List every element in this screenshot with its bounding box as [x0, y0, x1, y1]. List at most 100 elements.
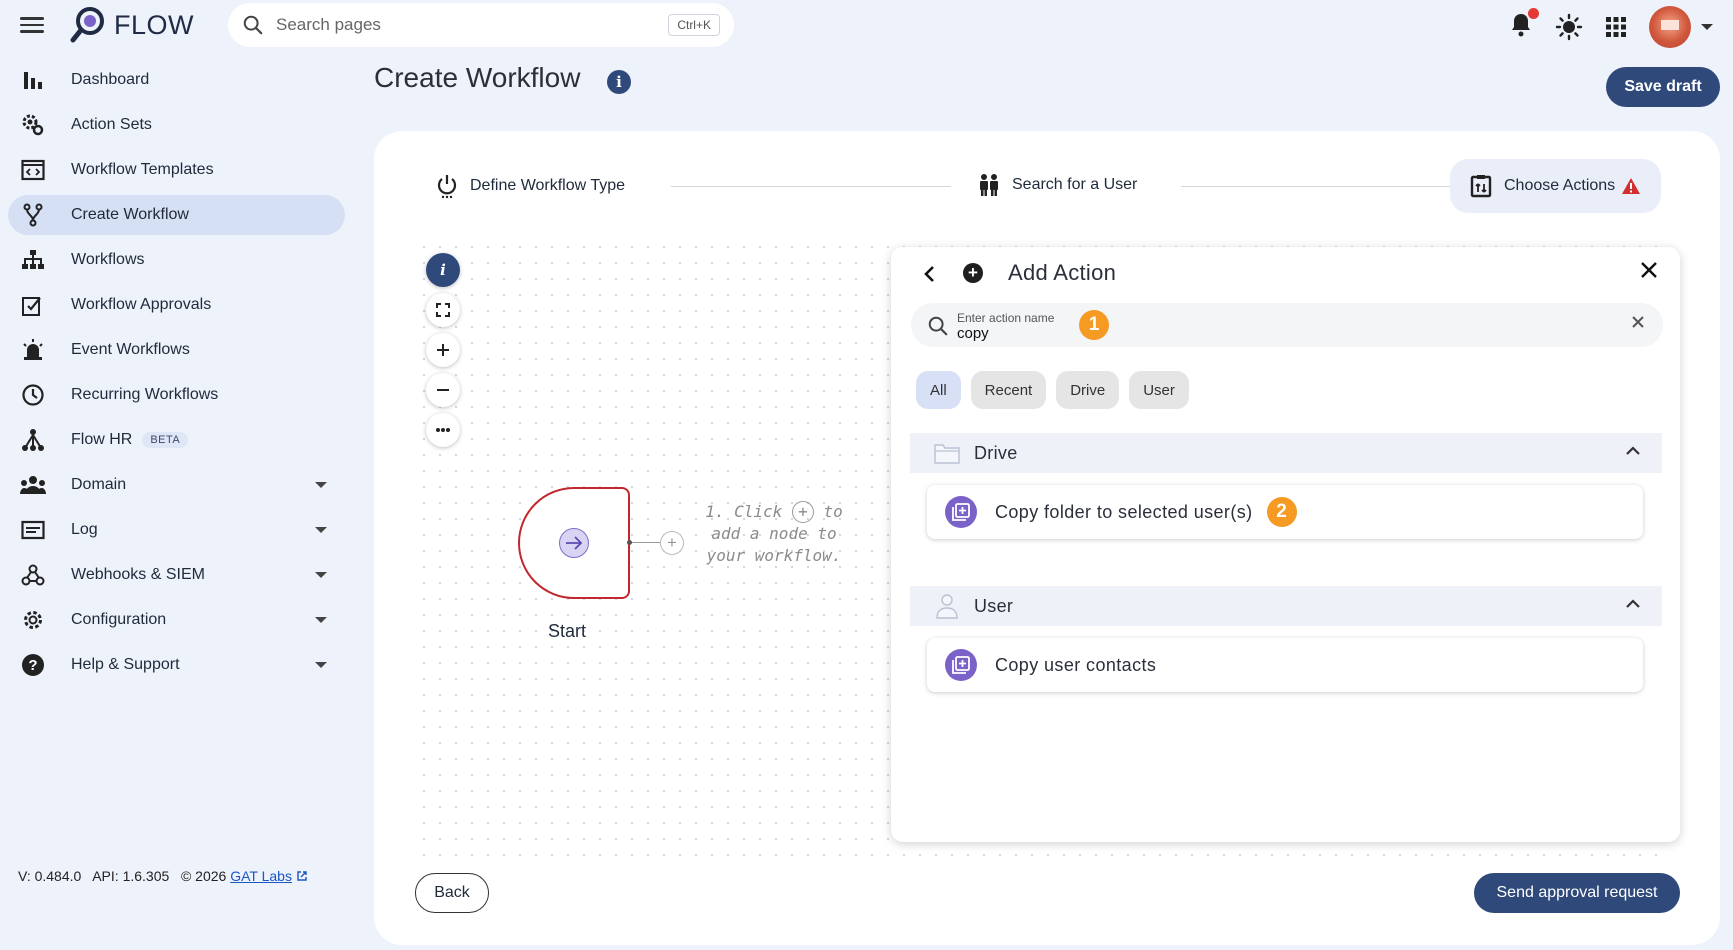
clock-icon [20, 382, 46, 408]
sidebar-item-label: Workflows [71, 251, 145, 268]
sidebar-item-workflow-approvals[interactable]: Workflow Approvals [8, 285, 345, 325]
panel-header: + Add Action [891, 257, 1680, 293]
send-approval-request-button[interactable]: Send approval request [1474, 873, 1680, 913]
filter-recent[interactable]: Recent [970, 371, 1047, 409]
menu-icon[interactable] [20, 13, 44, 37]
fullscreen-icon [436, 303, 450, 317]
info-icon[interactable]: i [607, 70, 631, 94]
sidebar-item-label: Action Sets [71, 116, 152, 133]
arrow-right-icon [559, 528, 589, 558]
filter-drive[interactable]: Drive [1056, 371, 1120, 409]
sidebar-item-domain[interactable]: Domain [8, 465, 345, 505]
notifications-button[interactable] [1509, 7, 1539, 43]
connector-handle[interactable] [627, 540, 632, 545]
canvas-info-button[interactable]: i [426, 253, 460, 287]
action-label: Copy user contacts [995, 654, 1157, 675]
filter-all[interactable]: All [916, 371, 961, 409]
power-icon [437, 175, 457, 199]
hint-text: to [823, 502, 843, 521]
brightness-icon[interactable] [1555, 13, 1583, 41]
sidebar-item-workflows[interactable]: Workflows [8, 240, 345, 280]
apps-grid-icon[interactable] [1605, 16, 1627, 38]
page-search[interactable]: Search pages Ctrl+K [228, 3, 734, 47]
save-draft-button[interactable]: Save draft [1606, 67, 1720, 107]
action-copy-user-contacts[interactable]: Copy user contacts [927, 638, 1643, 692]
alarm-light-icon [20, 337, 46, 363]
chevron-down-icon[interactable] [315, 662, 327, 668]
zoom-in-button[interactable] [426, 333, 460, 367]
zoom-out-button[interactable] [426, 373, 460, 407]
sidebar-item-flow-hr[interactable]: Flow HR BETA [8, 420, 345, 460]
sidebar-item-label: Workflow Templates [71, 161, 214, 178]
svg-text:?: ? [28, 657, 37, 674]
sidebar-item-webhooks-siem[interactable]: Webhooks & SIEM [8, 555, 345, 595]
sidebar-item-dashboard[interactable]: Dashboard [8, 60, 345, 100]
action-search-input[interactable] [957, 325, 1057, 342]
folder-icon [934, 440, 960, 466]
action-copy-folder[interactable]: Copy folder to selected user(s) 2 [927, 485, 1643, 539]
sidebar-item-event-workflows[interactable]: Event Workflows [8, 330, 345, 370]
clear-icon[interactable] [1631, 315, 1645, 329]
sidebar-item-workflow-templates[interactable]: Workflow Templates [8, 150, 345, 190]
company-link[interactable]: GAT Labs [230, 868, 292, 884]
close-icon[interactable] [1640, 261, 1658, 279]
stepper: Define Workflow Type Search for a User C… [374, 159, 1720, 213]
chevron-down-icon[interactable] [315, 617, 327, 623]
chevron-left-icon[interactable] [923, 265, 935, 283]
more-options-button[interactable] [426, 413, 460, 447]
filter-user[interactable]: User [1129, 371, 1189, 409]
account-menu-chevron-icon[interactable] [1701, 24, 1713, 30]
sidebar-item-label: Webhooks & SIEM [71, 566, 205, 583]
action-search-field[interactable]: Enter action name 1 [911, 303, 1663, 347]
gear-icon [20, 607, 46, 633]
chevron-down-icon[interactable] [315, 572, 327, 578]
start-node-label: Start [548, 621, 587, 641]
hint-text: 1. Click [705, 502, 783, 521]
page-title: Create Workflow [374, 62, 581, 93]
search-placeholder: Search pages [276, 15, 381, 34]
copyright: © 2026 [180, 868, 227, 884]
sidebar-item-label: Help & Support [71, 656, 180, 673]
step-label: Search for a User [1012, 176, 1138, 193]
beta-badge: BETA [142, 432, 189, 448]
add-node-button[interactable]: + [660, 531, 684, 555]
group-label: Drive [974, 442, 1018, 463]
plus-circle-icon: + [963, 263, 983, 283]
sidebar-item-configuration[interactable]: Configuration [8, 600, 345, 640]
group-header-user[interactable]: User [910, 586, 1662, 626]
chevron-up-icon[interactable] [1626, 599, 1640, 608]
node-connector [630, 542, 660, 543]
sidebar-item-help-support[interactable]: ? Help & Support [8, 645, 345, 685]
sidebar-item-label: Dashboard [71, 71, 150, 88]
sidebar-item-label: Domain [71, 476, 127, 493]
sidebar-item-create-workflow[interactable]: Create Workflow [8, 195, 345, 235]
chevron-down-icon[interactable] [315, 482, 327, 488]
chevron-down-icon[interactable] [315, 527, 327, 533]
sidebar: Dashboard Action Sets Workflow Templates… [8, 60, 345, 690]
step-choose-actions[interactable]: Choose Actions [1450, 159, 1662, 213]
api-version: API: 1.6.305 [92, 868, 170, 884]
step-search-user[interactable]: Search for a User [978, 173, 1137, 197]
help-icon: ? [20, 652, 46, 678]
search-icon [243, 15, 263, 35]
sidebar-item-action-sets[interactable]: Action Sets [8, 105, 345, 145]
approval-icon [20, 292, 46, 318]
hierarchy-icon [20, 427, 46, 453]
chevron-up-icon[interactable] [1626, 446, 1640, 455]
avatar[interactable] [1649, 6, 1691, 48]
back-button[interactable]: Back [415, 873, 489, 913]
start-node[interactable] [518, 487, 630, 599]
sidebar-item-recurring-workflows[interactable]: Recurring Workflows [8, 375, 345, 415]
group-header-drive[interactable]: Drive [910, 433, 1662, 473]
action-list-icon [1470, 175, 1492, 198]
sidebar-item-log[interactable]: Log [8, 510, 345, 550]
group-label: User [974, 595, 1014, 616]
step-define-workflow-type[interactable]: Define Workflow Type [436, 173, 625, 199]
gears-icon [20, 112, 46, 138]
logo[interactable]: FLOW [68, 5, 194, 45]
notification-dot [1528, 7, 1539, 19]
fit-view-button[interactable] [426, 293, 460, 327]
minus-icon [437, 389, 449, 391]
shortcut-hint: Ctrl+K [668, 14, 720, 36]
search-icon [928, 316, 948, 336]
